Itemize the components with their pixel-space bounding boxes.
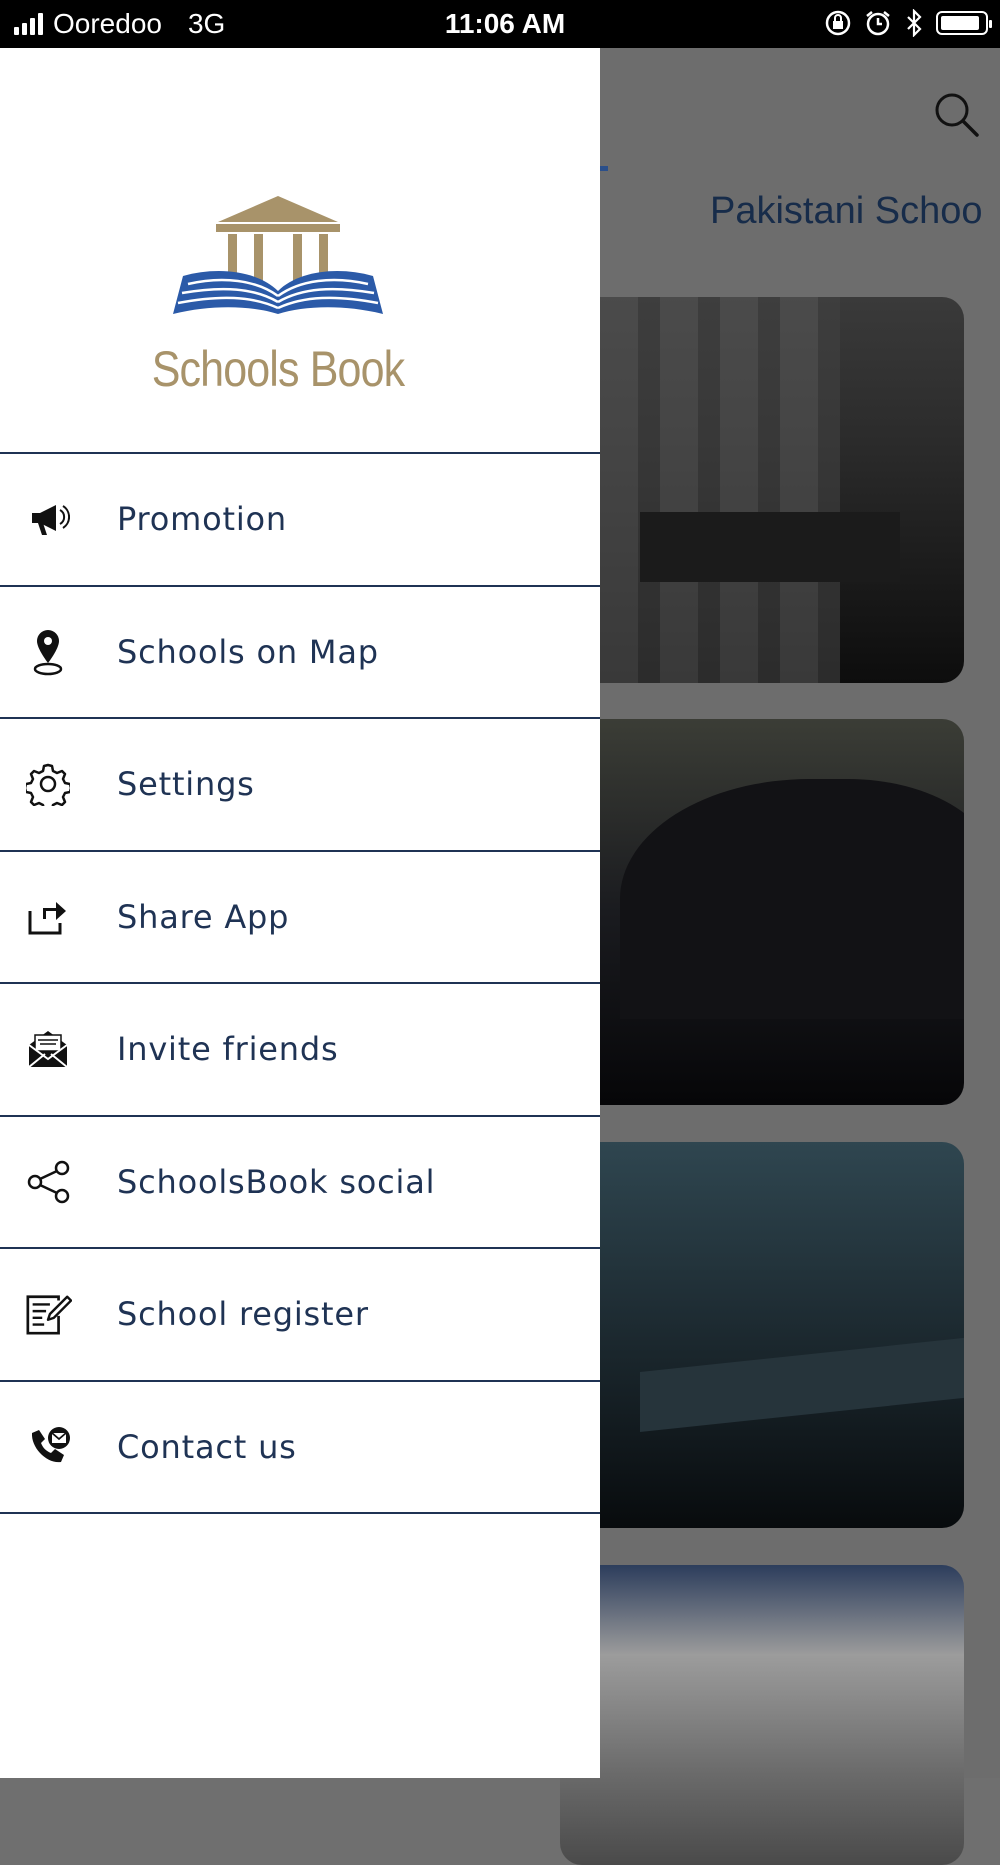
logo-text: Schools Book: [151, 341, 405, 397]
menu-item-schoolsbook-social[interactable]: SchoolsBook social: [0, 1117, 600, 1249]
menu-item-share-app[interactable]: Share App: [0, 852, 600, 984]
drawer-menu: Promotion Schools on Map Settings Share …: [0, 452, 600, 1514]
map-pin-icon: [24, 628, 72, 676]
menu-item-label: Promotion: [117, 500, 288, 539]
register-form-icon: [24, 1290, 72, 1338]
school-card[interactable]: [560, 297, 964, 683]
menu-item-contact-us[interactable]: Contact us: [0, 1382, 600, 1514]
share-icon: [24, 893, 72, 941]
app-logo: Schools Book: [0, 48, 600, 452]
menu-item-promotion[interactable]: Promotion: [0, 454, 600, 587]
schools-book-logo-icon: [173, 196, 383, 314]
phone-mail-icon: [24, 1423, 72, 1471]
search-icon[interactable]: [932, 90, 980, 138]
menu-item-label: Settings: [117, 765, 255, 804]
status-right: [824, 9, 992, 37]
menu-item-settings[interactable]: Settings: [0, 719, 600, 852]
school-card[interactable]: [560, 1565, 964, 1865]
alarm-icon: [866, 11, 890, 36]
invitation-envelope-icon: [24, 1025, 72, 1073]
menu-item-label: SchoolsBook social: [117, 1162, 436, 1201]
social-share-nodes-icon: [24, 1158, 72, 1206]
menu-item-label: Invite friends: [117, 1030, 339, 1069]
battery-icon: [936, 11, 992, 35]
menu-item-invite-friends[interactable]: Invite friends: [0, 984, 600, 1117]
rotation-lock-icon: [825, 10, 851, 36]
megaphone-icon: [24, 495, 72, 543]
menu-item-label: Contact us: [117, 1427, 297, 1466]
tab-pakistani-schools[interactable]: Pakistani Schoo: [710, 190, 983, 233]
menu-item-schools-on-map[interactable]: Schools on Map: [0, 587, 600, 719]
bluetooth-icon: [907, 9, 922, 37]
school-card[interactable]: [560, 1142, 964, 1528]
menu-item-label: Schools on Map: [117, 632, 379, 671]
gear-icon: [24, 760, 72, 808]
navigation-drawer: Schools Book Promotion Schools on Map Se…: [0, 48, 600, 1778]
menu-item-label: Share App: [117, 897, 290, 936]
menu-item-school-register[interactable]: School register: [0, 1249, 600, 1382]
menu-item-label: School register: [117, 1295, 369, 1334]
status-bar: Ooredoo 3G 11:06 AM: [0, 0, 1000, 48]
school-card[interactable]: [560, 719, 964, 1105]
